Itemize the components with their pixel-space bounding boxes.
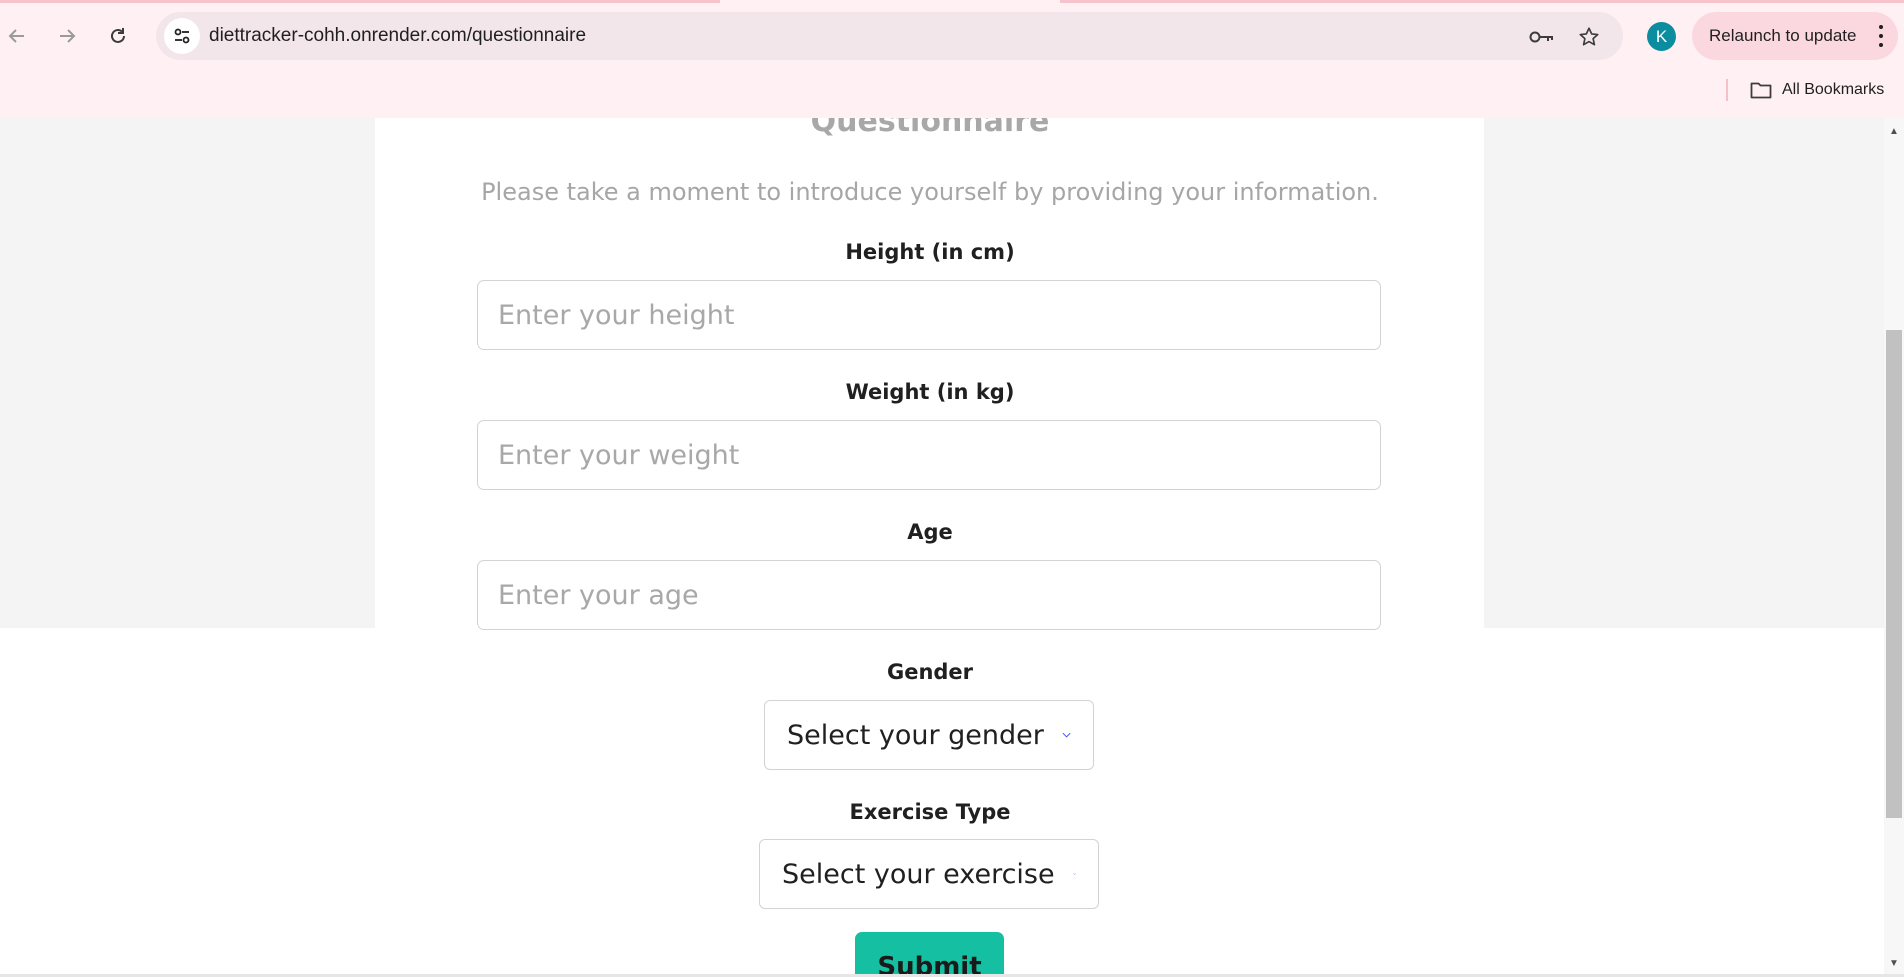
browser-toolbar: diettracker-cohh.onrender.com/questionna… bbox=[0, 0, 1904, 118]
gender-label: Gender bbox=[886, 660, 974, 684]
chevron-down-icon bbox=[1062, 732, 1071, 738]
gender-select-value: Select your gender bbox=[787, 719, 1044, 751]
active-tab-edge[interactable] bbox=[720, 0, 1060, 4]
page-viewport: Questionnaire Please take a moment to in… bbox=[0, 118, 1884, 974]
chevron-down-icon bbox=[1072, 873, 1076, 875]
star-icon bbox=[1579, 27, 1599, 46]
weight-label: Weight (in kg) bbox=[845, 380, 1015, 404]
relaunch-button[interactable]: Relaunch to update bbox=[1692, 12, 1898, 60]
submit-button[interactable]: Submit bbox=[855, 932, 1004, 974]
profile-avatar[interactable]: K bbox=[1647, 22, 1676, 51]
reload-button[interactable] bbox=[104, 22, 132, 50]
back-button[interactable] bbox=[3, 22, 31, 50]
tune-icon bbox=[174, 28, 190, 44]
weight-input[interactable] bbox=[477, 420, 1381, 490]
relaunch-label: Relaunch to update bbox=[1709, 26, 1857, 45]
vertical-scrollbar[interactable]: ▲ ▼ bbox=[1884, 118, 1904, 974]
scroll-up-arrow-icon[interactable]: ▲ bbox=[1884, 122, 1904, 140]
scrollbar-thumb[interactable] bbox=[1886, 330, 1902, 818]
exercise-select-value: Select your exercise bbox=[782, 858, 1055, 890]
all-bookmarks-button[interactable]: All Bookmarks bbox=[1750, 78, 1884, 102]
forward-button[interactable] bbox=[53, 22, 81, 50]
folder-icon bbox=[1750, 82, 1772, 99]
page-subtitle: Please take a moment to introduce yourse… bbox=[481, 178, 1379, 206]
arrow-forward-icon bbox=[60, 29, 76, 43]
age-label: Age bbox=[907, 520, 953, 544]
height-input[interactable] bbox=[477, 280, 1381, 350]
address-bar[interactable]: diettracker-cohh.onrender.com/questionna… bbox=[156, 12, 1623, 60]
kebab-menu-icon[interactable] bbox=[1878, 25, 1884, 47]
password-manager-button[interactable] bbox=[1529, 24, 1555, 50]
scroll-down-arrow-icon[interactable]: ▼ bbox=[1884, 954, 1904, 972]
arrow-back-icon bbox=[8, 29, 24, 43]
gender-select[interactable]: Select your gender bbox=[764, 700, 1094, 770]
avatar-letter: K bbox=[1655, 26, 1668, 46]
bookmarks-divider bbox=[1726, 79, 1728, 101]
key-icon bbox=[1529, 31, 1553, 43]
site-info-button[interactable] bbox=[164, 18, 200, 54]
reload-icon bbox=[111, 28, 125, 43]
age-input[interactable] bbox=[477, 560, 1381, 630]
height-label: Height (in cm) bbox=[845, 240, 1015, 264]
exercise-select[interactable]: Select your exercise bbox=[759, 839, 1099, 909]
exercise-type-label: Exercise Type bbox=[849, 800, 1011, 824]
page-title: Questionnaire bbox=[810, 118, 1050, 139]
bookmark-star-button[interactable] bbox=[1576, 24, 1602, 50]
url-text[interactable]: diettracker-cohh.onrender.com/questionna… bbox=[209, 25, 586, 47]
all-bookmarks-label: All Bookmarks bbox=[1782, 81, 1885, 98]
